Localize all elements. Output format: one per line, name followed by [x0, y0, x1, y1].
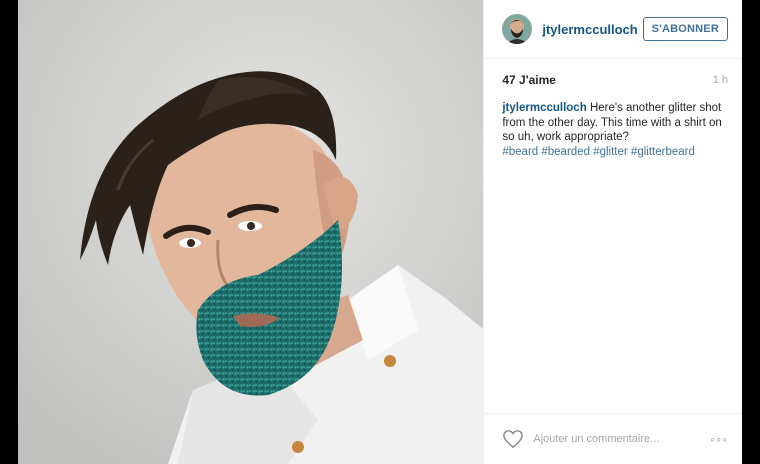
- follow-button[interactable]: S'ABONNER: [642, 17, 728, 41]
- hashtag-glitterbeard[interactable]: #glitterbeard: [631, 146, 695, 158]
- post-meta: 47 J'aime 1 h: [502, 73, 728, 87]
- bearded-man-photo: [18, 0, 484, 464]
- avatar[interactable]: [502, 14, 533, 44]
- post-timestamp[interactable]: 1 h: [713, 74, 728, 86]
- post-sidebar: jtylermcculloch S'ABONNER 47 J'aime 1 h …: [483, 0, 742, 464]
- heart-icon[interactable]: [502, 429, 524, 449]
- comment-input[interactable]: [533, 433, 711, 445]
- caption-username[interactable]: jtylermcculloch: [502, 102, 586, 114]
- likes-count[interactable]: 47 J'aime: [502, 73, 556, 87]
- username-link[interactable]: jtylermcculloch: [542, 22, 642, 37]
- post-header: jtylermcculloch S'ABONNER: [484, 0, 742, 59]
- comment-bar: ◦◦◦: [484, 413, 742, 464]
- post-modal: jtylermcculloch S'ABONNER 47 J'aime 1 h …: [18, 0, 742, 464]
- ellipsis-icon[interactable]: ◦◦◦: [710, 431, 728, 447]
- post-caption: jtylermcculloch Here's another glitter s…: [502, 101, 728, 159]
- hashtag-beard[interactable]: #beard: [502, 146, 538, 158]
- hashtag-bearded[interactable]: #bearded: [541, 146, 590, 158]
- avatar-image: [502, 14, 533, 44]
- hashtag-glitter[interactable]: #glitter: [593, 146, 628, 158]
- post-photo[interactable]: [18, 0, 484, 464]
